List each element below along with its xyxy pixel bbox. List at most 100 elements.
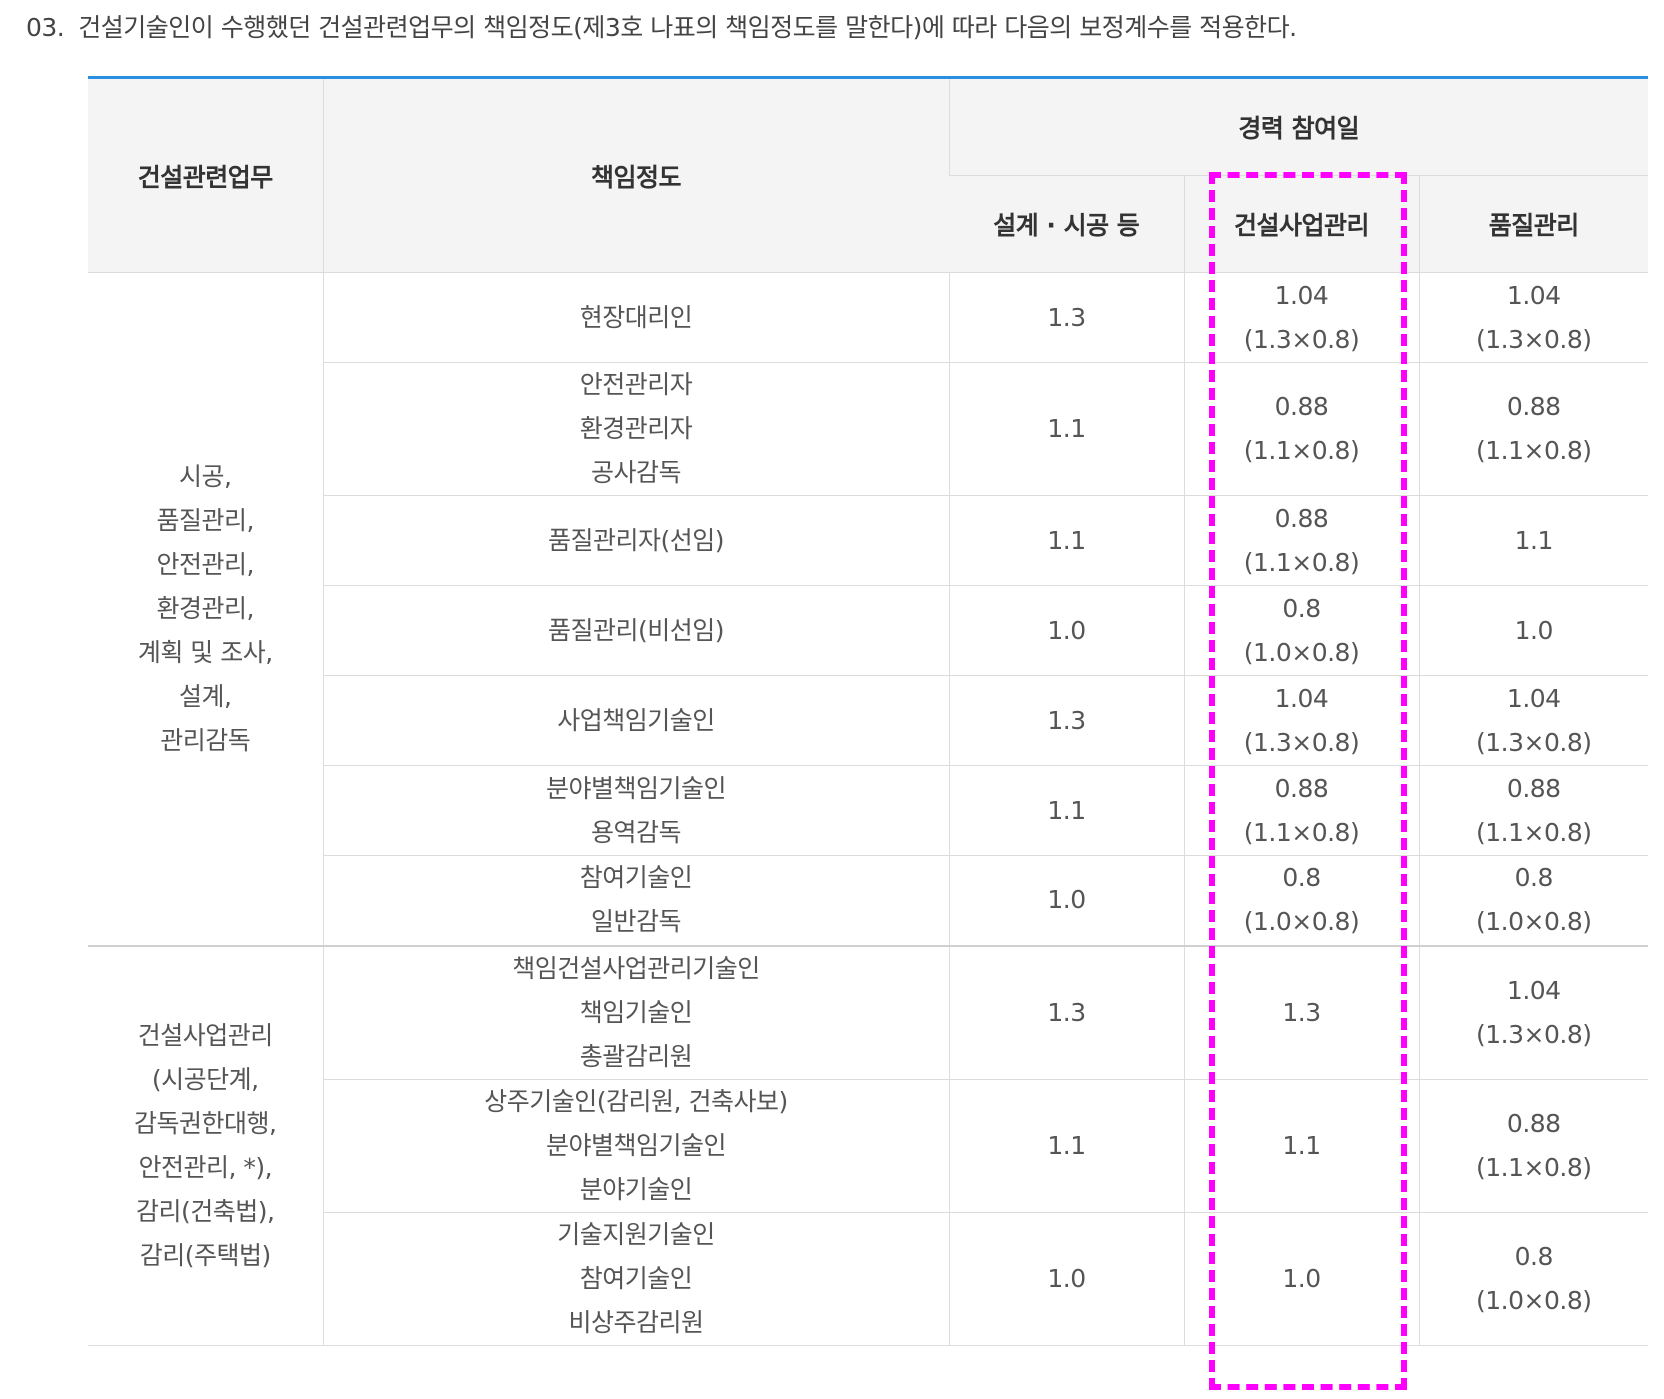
quality-value-cell-line: 0.8 <box>1514 863 1554 893</box>
work-category-line: 감리(건축법), <box>136 1196 275 1226</box>
cm-value-cell: 1.04 (1.3×0.8) <box>1183 272 1419 363</box>
quality-value-cell-line: (1.1×0.8) <box>1476 817 1592 847</box>
work-category-line: 안전관리, <box>156 549 255 579</box>
cm-value-cell: 1.04 (1.3×0.8) <box>1183 675 1419 766</box>
quality-value-cell: 0.88 (1.1×0.8) <box>1418 765 1649 856</box>
responsibility-cell: 품질관리(비선임) <box>322 585 949 676</box>
design-value-cell: 1.1 <box>948 1079 1184 1213</box>
intro-text: 03. 건설기술인이 수행했던 건설관련업무의 책임정도(제3호 나표의 책임정도… <box>26 8 1297 48</box>
intro-number: 03. <box>26 13 65 42</box>
responsibility-cell: 상주기술인(감리원, 건축사보) 분야별책임기술인 분야기술인 <box>322 1079 949 1213</box>
cm-value-cell-line: 1.04 <box>1274 280 1329 310</box>
design-value-cell: 1.0 <box>948 585 1184 676</box>
quality-value-cell-line: (1.3×0.8) <box>1476 727 1592 757</box>
responsibility-cell-line: 책임기술인 <box>579 997 693 1027</box>
cm-value-cell: 1.3 <box>1183 944 1419 1080</box>
responsibility-cell-line: 분야별책임기술인 <box>545 773 727 803</box>
quality-value-cell: 1.04 (1.3×0.8) <box>1418 675 1649 766</box>
cm-value-cell: 0.8 (1.0×0.8) <box>1183 855 1419 946</box>
responsibility-cell-line: 공사감독 <box>590 458 682 487</box>
quality-value-cell-line: 0.88 <box>1506 392 1561 421</box>
header-design: 설계 · 시공 등 <box>949 175 1184 273</box>
quality-value-cell-line: (1.3×0.8) <box>1476 324 1592 354</box>
quality-value-cell-line: (1.0×0.8) <box>1476 1285 1592 1315</box>
table-row: 건설사업관리 (시공단계, 감독권한대행, 안전관리, *), 감리(건축법), 감리(주… <box>88 944 1649 1346</box>
responsibility-cell: 현장대리인 <box>322 272 949 363</box>
work-category-line: 시공, <box>179 461 232 491</box>
cm-value-cell-line: (1.3×0.8) <box>1243 324 1360 354</box>
responsibility-cell: 책임건설사업관리기술인 책임기술인 총괄감리원 <box>322 944 949 1080</box>
cm-value-cell: 0.88 (1.1×0.8) <box>1183 362 1419 496</box>
cm-value-cell: 0.8 (1.0×0.8) <box>1183 585 1419 676</box>
cm-value-cell-line: (1.3×0.8) <box>1243 727 1360 757</box>
table-body: 시공, 품질관리, 안전관리, 환경관리, 계획 및 조사, 설계, 관리감독 현장대리인 1.… <box>88 272 1649 1346</box>
table-row: 시공, 품질관리, 안전관리, 환경관리, 계획 및 조사, 설계, 관리감독 현장대리인 1.… <box>88 272 1649 946</box>
responsibility-cell-line: 참여기술인 <box>579 1263 693 1293</box>
responsibility-cell-line: 사업책임기술인 <box>557 705 715 735</box>
responsibility-cell-line: 참여기술인 <box>579 863 693 893</box>
work-category-line: 설계, <box>179 681 232 711</box>
cm-value-cell-line: 0.88 <box>1274 503 1329 533</box>
quality-value-cell: 1.0 <box>1418 585 1649 676</box>
quality-value-cell: 0.88 (1.1×0.8) <box>1418 362 1649 496</box>
quality-value-cell: 1.1 <box>1418 495 1649 586</box>
responsibility-cell-line: 환경관리자 <box>579 414 693 443</box>
quality-value-cell-line: (1.0×0.8) <box>1476 907 1592 937</box>
design-value-cell: 1.3 <box>948 272 1184 363</box>
intro-sentence: 건설기술인이 수행했던 건설관련업무의 책임정도(제3호 나표의 책임정도를 말… <box>78 13 1297 42</box>
work-category-cell: 건설사업관리 (시공단계, 감독권한대행, 안전관리, *), 감리(건축법), 감리(주… <box>88 944 323 1346</box>
cm-value-cell-line: (1.1×0.8) <box>1243 436 1360 465</box>
responsibility-cell: 안전관리자환경관리자공사감독 <box>322 362 949 496</box>
header-career-days: 경력 참여일 <box>948 77 1649 176</box>
cm-value-cell: 0.88 (1.1×0.8) <box>1183 495 1419 586</box>
responsibility-cell: 참여기술인일반감독 <box>322 855 949 946</box>
quality-value-cell-line: 1.04 <box>1506 683 1561 713</box>
quality-value-cell-line: (1.1×0.8) <box>1476 436 1592 465</box>
cm-value-cell-line: 1.0 <box>1282 1263 1321 1293</box>
quality-value-cell: 1.04 (1.3×0.8) <box>1418 272 1649 363</box>
quality-value-cell-line: 0.8 <box>1514 1241 1554 1271</box>
design-value-cell: 1.0 <box>948 855 1184 946</box>
design-value-cell: 1.3 <box>948 675 1184 766</box>
work-category-line: (시공단계, <box>151 1064 259 1094</box>
cm-value-cell-line: (1.0×0.8) <box>1243 637 1360 667</box>
quality-value-cell-line: (1.1×0.8) <box>1476 1152 1592 1182</box>
quality-value-cell: 0.8 (1.0×0.8) <box>1418 855 1649 946</box>
cm-value-cell-line: 0.8 <box>1282 593 1321 623</box>
design-value-cell: 1.1 <box>948 765 1184 856</box>
responsibility-cell: 사업책임기술인 <box>322 675 949 766</box>
cm-value-cell-line: (1.1×0.8) <box>1243 817 1360 847</box>
correction-table-wrapper: 건설관련업무 책임정도 경력 참여일 설계 · 시공 등 건설사업관리 품질관리… <box>88 76 1649 1346</box>
correction-factor-table: 건설관련업무 책임정도 경력 참여일 설계 · 시공 등 건설사업관리 품질관리… <box>88 76 1649 1346</box>
cm-value-cell: 0.88 (1.1×0.8) <box>1183 765 1419 856</box>
responsibility-cell-line: 품질관리(비선임) <box>547 615 725 645</box>
quality-value-cell-line: 0.88 <box>1506 773 1561 803</box>
responsibility-cell: 분야별책임기술인 용역감독 <box>322 765 949 856</box>
responsibility-cell-line: 현장대리인 <box>579 302 693 332</box>
work-category-line: 계획 및 조사, <box>137 637 273 667</box>
work-category-line: 환경관리, <box>156 593 255 623</box>
quality-value-cell: 0.88 (1.1×0.8) <box>1418 1079 1649 1213</box>
quality-value-cell-line: 1.1 <box>1514 525 1554 555</box>
cm-value-cell-line: 1.3 <box>1282 997 1321 1027</box>
quality-value-cell-line: 1.04 <box>1506 280 1561 310</box>
cm-value-cell-line: 0.88 <box>1274 773 1329 803</box>
header-quality: 품질관리 <box>1418 175 1649 273</box>
cm-value-cell: 1.0 <box>1183 1212 1419 1346</box>
header-responsibility: 책임정도 <box>322 77 949 273</box>
responsibility-cell-line: 총괄감리원 <box>579 1041 693 1071</box>
quality-value-cell-line: 0.88 <box>1506 1108 1561 1138</box>
responsibility-cell-line: 분야기술인 <box>579 1174 693 1204</box>
design-value-cell: 1.0 <box>948 1212 1184 1346</box>
quality-value-cell-line: (1.3×0.8) <box>1476 1019 1592 1049</box>
cm-value-cell-line: 1.04 <box>1274 683 1329 713</box>
cm-value-cell-line: (1.0×0.8) <box>1243 907 1360 937</box>
cm-value-cell: 1.1 <box>1183 1079 1419 1213</box>
responsibility-cell-line: 상주기술인(감리원, 건축사보) <box>484 1086 788 1116</box>
quality-value-cell: 0.8 (1.0×0.8) <box>1418 1212 1649 1346</box>
header-cm: 건설사업관리 <box>1183 175 1419 273</box>
responsibility-cell-line: 일반감독 <box>590 907 682 937</box>
quality-value-cell-line: 1.04 <box>1506 975 1561 1005</box>
responsibility-cell-line: 안전관리자 <box>579 370 693 399</box>
responsibility-cell: 품질관리자(선임) <box>322 495 949 586</box>
